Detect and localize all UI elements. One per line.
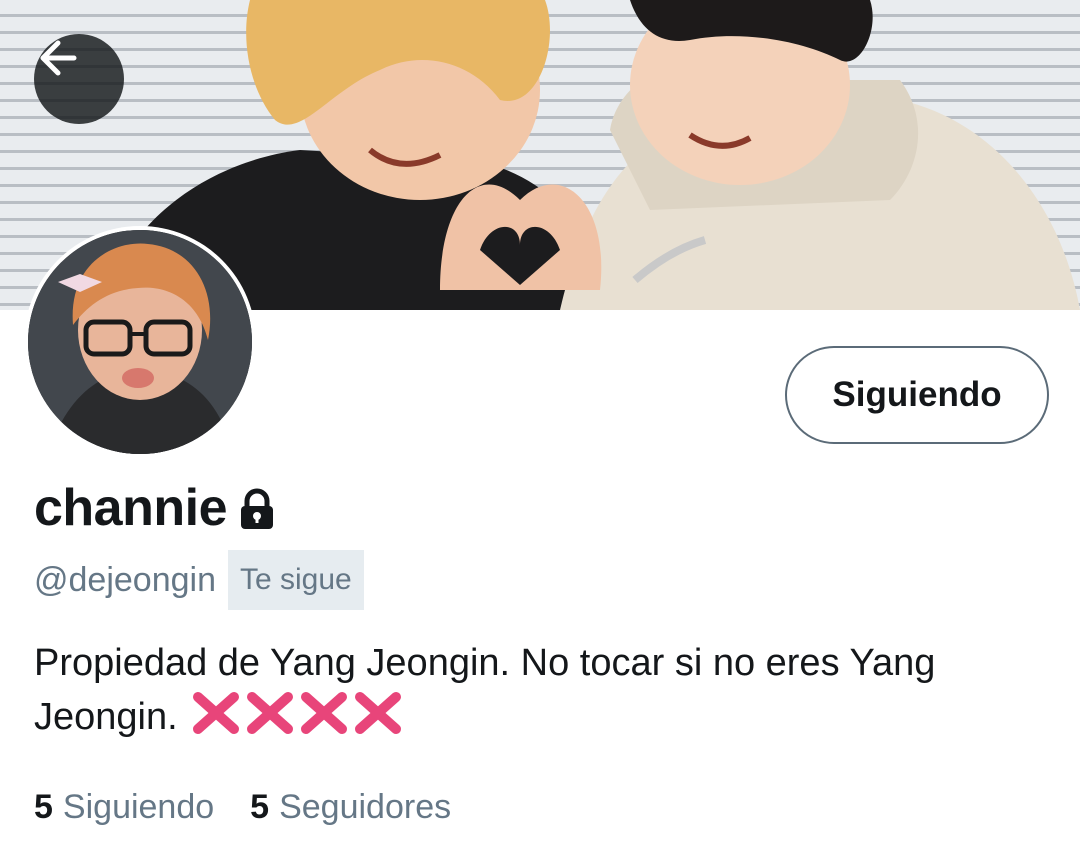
cross-mark-icon — [246, 692, 293, 734]
profile-name-row: channie — [34, 478, 279, 538]
user-handle: @dejeongin — [34, 560, 216, 599]
following-count: 5 — [34, 788, 53, 826]
lock-icon — [235, 487, 279, 536]
display-name: channie — [34, 479, 228, 537]
profile-avatar-frame — [24, 226, 256, 458]
avatar[interactable] — [28, 230, 252, 454]
profile-stats: 5 Siguiendo 5 Seguidores — [34, 788, 487, 827]
following-button-label: Siguiendo — [832, 375, 1002, 414]
avatar-photo-illustration — [28, 230, 252, 454]
following-stat-link[interactable]: 5 Siguiendo — [34, 788, 214, 827]
cross-mark-icon — [300, 692, 347, 734]
following-button[interactable]: Siguiendo — [785, 346, 1049, 444]
arrow-left-icon — [40, 40, 77, 76]
bio-emoji-group — [190, 691, 404, 735]
profile-bio: Propiedad de Yang Jeongin. No tocar si n… — [34, 636, 1044, 744]
followers-stat-link[interactable]: 5 Seguidores — [250, 788, 451, 827]
handle-row: @dejeongin Te sigue — [34, 550, 364, 610]
followers-count: 5 — [250, 788, 270, 826]
cross-mark-icon — [192, 692, 239, 734]
bio-text: Propiedad de Yang Jeongin. No tocar si n… — [34, 642, 936, 738]
followers-label: Seguidores — [279, 788, 452, 826]
back-button[interactable] — [34, 34, 124, 124]
following-label: Siguiendo — [62, 788, 215, 826]
cross-mark-icon — [354, 692, 401, 734]
follows-you-badge: Te sigue — [228, 550, 364, 610]
